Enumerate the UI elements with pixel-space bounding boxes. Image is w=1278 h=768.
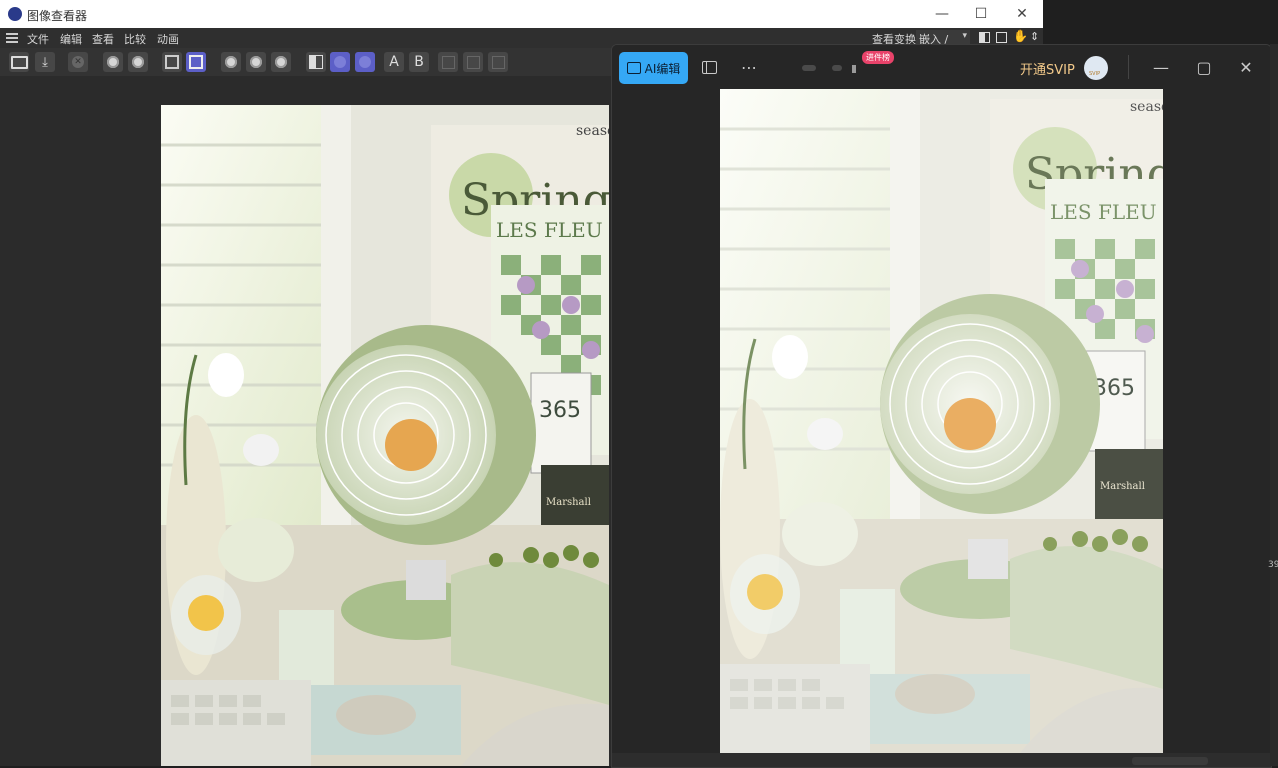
more-dots-icon: ⋯ xyxy=(741,57,757,77)
maximize-button[interactable]: ☐ xyxy=(964,0,998,28)
frame-icon xyxy=(441,55,455,69)
tool-icons-group[interactable] xyxy=(802,65,872,73)
promo-badge: 进件榜 xyxy=(862,51,894,64)
folder-icon xyxy=(10,55,28,69)
more-button[interactable]: ⋯ xyxy=(734,52,764,82)
gear-icon xyxy=(334,56,346,68)
menu-item-compare[interactable]: 比较 xyxy=(124,31,146,47)
hamburger-icon[interactable] xyxy=(6,33,18,43)
editor-maximize-button[interactable]: ▢ xyxy=(1189,52,1219,82)
poster-les-fleurs-text: LES FLEU xyxy=(1050,200,1157,224)
image-b-label: B xyxy=(414,54,424,70)
poster-season-text: season xyxy=(576,123,609,139)
tool-settings-1[interactable] xyxy=(103,52,123,72)
list-icon xyxy=(189,55,203,69)
editor-status-bar xyxy=(612,753,1271,767)
poster-season-text: season xyxy=(1130,99,1163,115)
background-window-edge xyxy=(1270,44,1278,766)
sidebar-toggle-button[interactable] xyxy=(694,52,724,82)
image-b-button[interactable]: B xyxy=(409,52,429,72)
photo-left: Spring season LES FLEU 365 Marshall xyxy=(161,105,609,766)
tool-settings-2[interactable] xyxy=(128,52,148,72)
desk-scene-image-processed: Spring season LES FLEU 365 Marshall xyxy=(720,89,1163,753)
gear-icon xyxy=(107,56,119,68)
gear-icon xyxy=(225,56,237,68)
desk-scene-image: Spring season LES FLEU 365 Marshall xyxy=(161,105,609,766)
compare-mode-1[interactable] xyxy=(330,52,350,72)
photo-right: Spring season LES FLEU 365 Marshall xyxy=(720,89,1163,753)
image-edit-icon xyxy=(626,62,641,74)
open-folder-button[interactable] xyxy=(9,52,29,72)
maximize-icon: ☐ xyxy=(974,6,988,22)
clear-button[interactable]: ✕ xyxy=(68,52,88,72)
status-control[interactable] xyxy=(1132,757,1208,765)
download-icon: ⤓ xyxy=(42,54,48,70)
speaker-brand-text: Marshall xyxy=(546,497,591,508)
minimize-icon: — xyxy=(1153,57,1169,77)
close-icon: ✕ xyxy=(1016,6,1028,22)
tool-settings-4[interactable] xyxy=(246,52,266,72)
minimize-icon: — xyxy=(935,6,949,22)
minimize-button[interactable]: — xyxy=(925,0,959,28)
save-button[interactable]: ⤓ xyxy=(35,52,55,72)
viewer-title-bar: 图像查看器 — ☐ ✕ xyxy=(0,0,1043,28)
avatar[interactable]: SVIP xyxy=(1084,56,1108,80)
close-icon: ✕ xyxy=(1239,57,1253,77)
disabled-tool-3[interactable] xyxy=(488,52,508,72)
editor-title-bar: AI编辑 ⋯ 进件榜 开通SVIP SVIP — ▢ ✕ xyxy=(612,45,1271,89)
photo-editor-window: AI编辑 ⋯ 进件榜 开通SVIP SVIP — ▢ ✕ Spring seas… xyxy=(611,44,1272,768)
close-circle-icon: ✕ xyxy=(72,56,84,68)
gear-icon xyxy=(275,56,287,68)
poster-les-fleurs-text: LES FLEU xyxy=(496,218,603,242)
tool-settings-5[interactable] xyxy=(271,52,291,72)
gear-icon xyxy=(132,56,144,68)
compare-mode-2[interactable] xyxy=(355,52,375,72)
gear-icon xyxy=(250,56,262,68)
editor-close-button[interactable]: ✕ xyxy=(1231,52,1261,82)
menu-item-animation[interactable]: 动画 xyxy=(157,31,179,47)
layers-icon xyxy=(466,55,480,69)
ai-edit-label: AI编辑 xyxy=(644,61,681,76)
ai-edit-button[interactable]: AI编辑 xyxy=(619,52,688,84)
hand-pan-icon[interactable]: ✋ xyxy=(1013,29,1028,43)
panel-toggle-icon[interactable] xyxy=(979,32,990,43)
split-view-icon xyxy=(309,55,323,69)
chip-button[interactable] xyxy=(162,52,182,72)
close-button[interactable]: ✕ xyxy=(1005,0,1039,28)
avatar-svip-tag: SVIP xyxy=(1089,71,1101,77)
svip-link[interactable]: 开通SVIP xyxy=(1020,59,1075,78)
fit-window-icon[interactable] xyxy=(996,32,1007,43)
menu-item-view[interactable]: 查看 xyxy=(92,31,114,47)
sidebar-icon xyxy=(701,60,717,74)
chevron-down-icon: ▾ xyxy=(962,31,967,41)
app-logo-icon xyxy=(8,7,22,21)
arrows-vertical-icon[interactable]: ⇕ xyxy=(1030,30,1039,43)
split-compare-button[interactable] xyxy=(306,52,326,72)
list-button[interactable] xyxy=(186,52,206,72)
image-a-label: A xyxy=(389,54,399,70)
disabled-tool-1[interactable] xyxy=(438,52,458,72)
disabled-tool-2[interactable] xyxy=(463,52,483,72)
edge-number-text: 39 xyxy=(1268,560,1278,570)
menu-item-file[interactable]: 文件 xyxy=(27,31,49,47)
maximize-icon: ▢ xyxy=(1196,57,1212,77)
export-icon xyxy=(491,55,505,69)
gear-icon xyxy=(359,56,371,68)
window-title: 图像查看器 xyxy=(27,9,88,23)
calendar-number-text: 365 xyxy=(539,398,581,423)
image-a-button[interactable]: A xyxy=(384,52,404,72)
chip-icon xyxy=(165,55,179,69)
speaker-brand-text: Marshall xyxy=(1100,481,1145,492)
menu-item-edit[interactable]: 编辑 xyxy=(60,31,82,47)
editor-minimize-button[interactable]: — xyxy=(1146,52,1176,82)
title-divider xyxy=(1128,55,1129,79)
tool-settings-3[interactable] xyxy=(221,52,241,72)
